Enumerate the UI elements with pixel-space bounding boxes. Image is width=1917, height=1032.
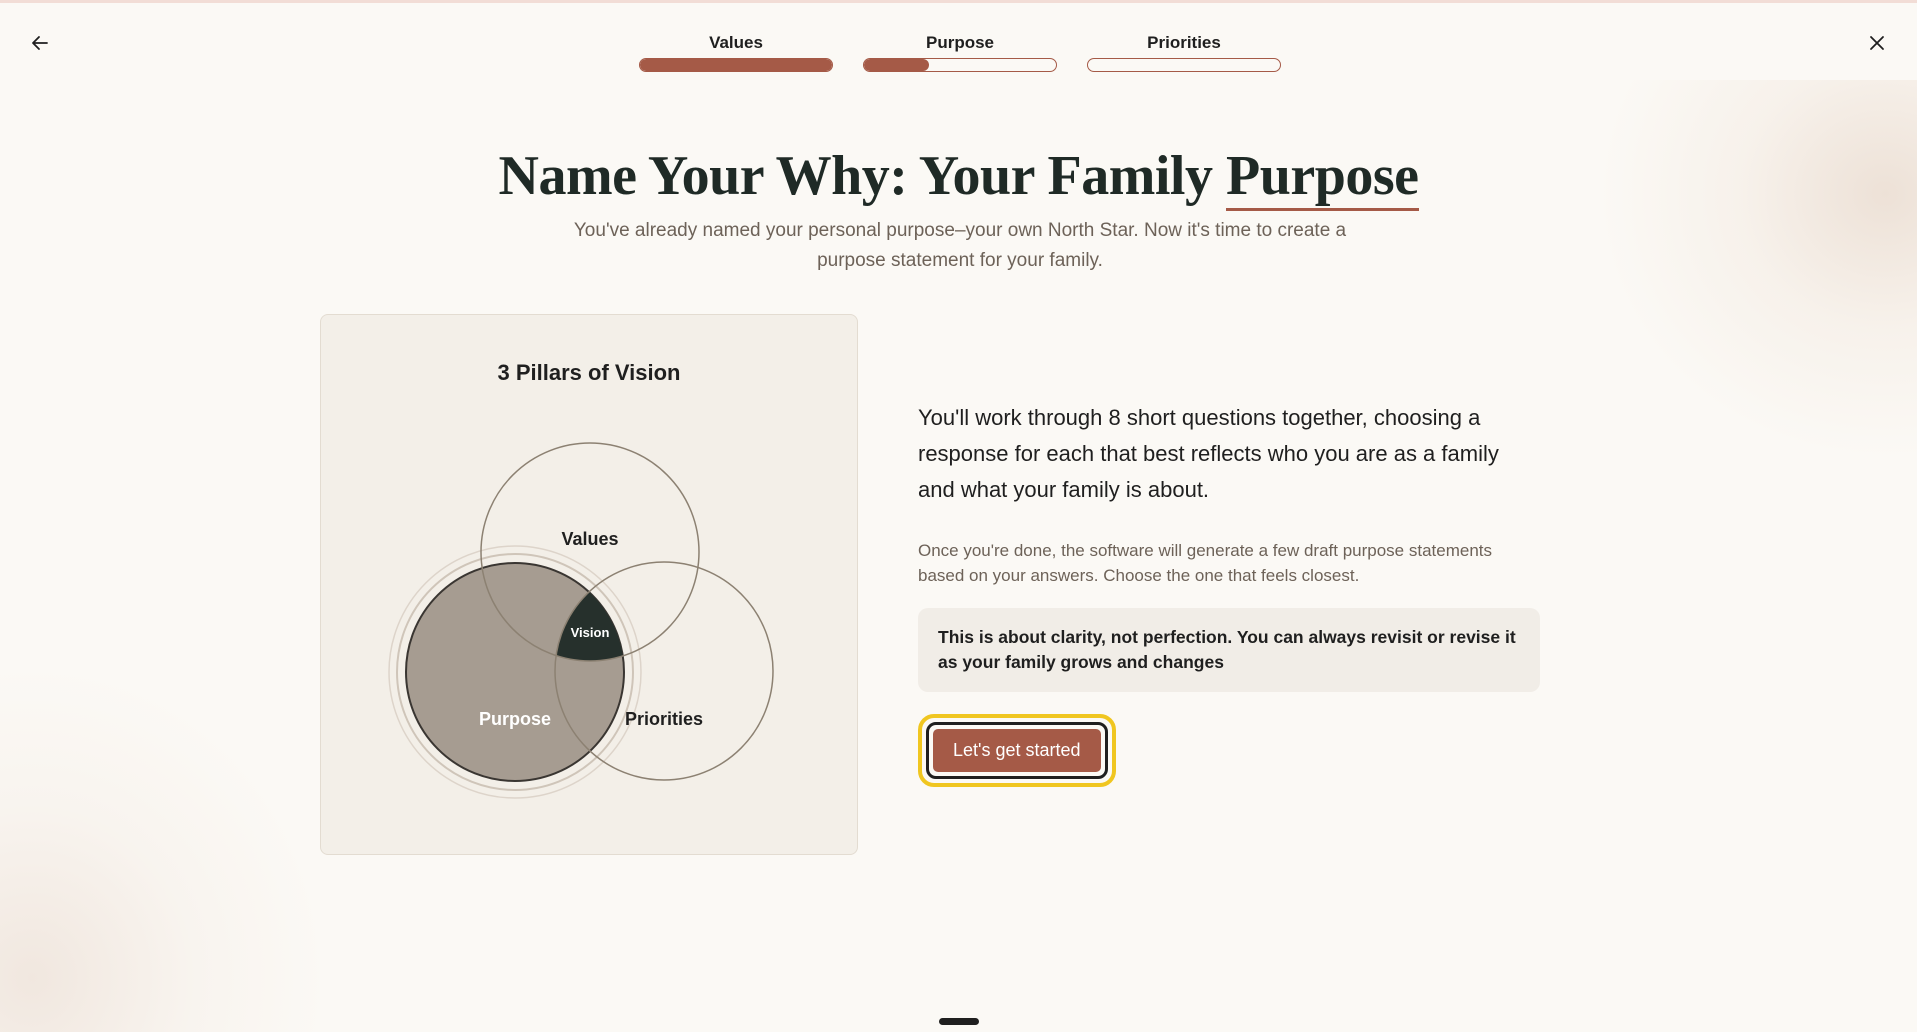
arrow-left-icon	[32, 36, 48, 50]
venn-label-priorities: Priorities	[625, 709, 703, 729]
step-progress-fill	[864, 59, 930, 71]
cta-focus-inner: Let's get started	[926, 722, 1108, 779]
intro-lead: You'll work through 8 short questions to…	[918, 405, 1499, 502]
step-progress-fill	[640, 59, 832, 71]
venn-label-purpose: Purpose	[479, 709, 551, 729]
background-glow-left	[0, 672, 320, 1032]
step-progress: Values Purpose Priorities	[639, 32, 1281, 72]
intro-description: Once you're done, the software will gene…	[918, 541, 1493, 585]
venn-label-values: Values	[561, 529, 618, 549]
step-progress-bar	[1087, 58, 1281, 72]
background-glow-right	[1597, 80, 1917, 460]
cta-focus-ring: Let's get started	[918, 714, 1116, 787]
step-progress-bar	[639, 58, 833, 72]
page-title-main: Name Your Why: Your Family	[498, 145, 1226, 207]
close-button[interactable]	[1862, 28, 1892, 58]
venn-label-vision: Vision	[571, 625, 610, 640]
page-title-emphasis: Purpose	[1226, 145, 1419, 211]
page-subtitle: You've already named your personal purpo…	[573, 220, 1347, 271]
get-started-button[interactable]: Let's get started	[933, 729, 1101, 772]
page-title: Name Your Why: Your Family Purpose	[0, 144, 1917, 211]
step-label: Priorities	[1147, 33, 1221, 52]
pillars-venn-diagram: Values Purpose Priorities Vision	[388, 442, 774, 799]
top-border	[0, 0, 1917, 3]
intro-content: You'll work through 8 short questions to…	[918, 400, 1540, 787]
step-purpose[interactable]: Purpose	[863, 32, 1057, 72]
pillars-card: 3 Pillars of Vision Values Purpose Prior…	[320, 314, 858, 855]
step-label: Purpose	[925, 33, 995, 52]
step-priorities[interactable]: Priorities	[1087, 32, 1281, 72]
back-button[interactable]	[25, 28, 55, 58]
home-indicator[interactable]	[939, 1018, 979, 1025]
close-icon	[1870, 36, 1884, 50]
step-label: Values	[709, 33, 763, 52]
step-progress-bar	[863, 58, 1057, 72]
step-values[interactable]: Values	[639, 32, 833, 72]
intro-note: This is about clarity, not perfection. Y…	[918, 608, 1540, 692]
